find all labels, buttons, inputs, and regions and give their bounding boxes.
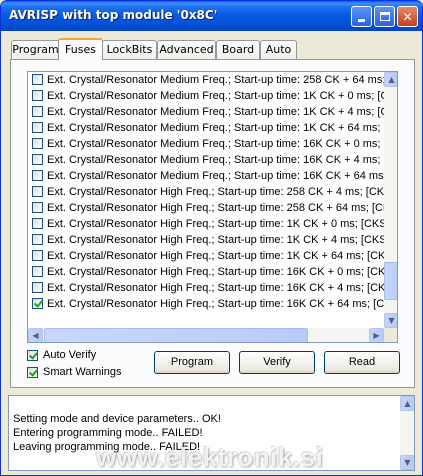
fuse-label: Ext. Crystal/Resonator High Freq.; Start… [47, 250, 384, 262]
fuse-checkbox[interactable] [32, 202, 43, 213]
fuse-checkbox[interactable] [32, 186, 43, 197]
fuse-label: Ext. Crystal/Resonator Medium Freq.; Sta… [47, 74, 384, 86]
horizontal-scroll-thumb[interactable] [44, 328, 308, 342]
fuse-row[interactable]: Ext. Crystal/Resonator Medium Freq.; Sta… [28, 168, 384, 184]
verify-button[interactable]: Verify [239, 351, 315, 374]
horizontal-scrollbar[interactable]: ◀ ▶ [28, 328, 384, 342]
arrow-down-icon: ▼ [388, 316, 395, 325]
fuse-label: Ext. Crystal/Resonator Medium Freq.; Sta… [47, 138, 384, 150]
fuse-checkbox[interactable] [32, 218, 43, 229]
scroll-up-button[interactable]: ▲ [384, 72, 397, 87]
arrow-down-icon: ▼ [404, 458, 411, 467]
fuse-label: Ext. Crystal/Resonator Medium Freq.; Sta… [47, 90, 384, 102]
fuse-checkbox[interactable] [32, 266, 43, 277]
fuse-row[interactable]: Ext. Crystal/Resonator High Freq.; Start… [28, 264, 384, 280]
fuse-row[interactable]: Ext. Crystal/Resonator High Freq.; Start… [28, 280, 384, 296]
fuse-row[interactable]: Ext. Crystal/Resonator High Freq.; Start… [28, 200, 384, 216]
fuse-label: Ext. Crystal/Resonator Medium Freq.; Sta… [47, 154, 384, 166]
fuse-row[interactable]: Ext. Crystal/Resonator Medium Freq.; Sta… [28, 152, 384, 168]
auto-verify-label: Auto Verify [43, 349, 97, 361]
smart-warnings-label: Smart Warnings [43, 366, 122, 378]
title-bar[interactable]: AVRISP with top module '0x8C' ✕ [1, 1, 422, 31]
fuse-label: Ext. Crystal/Resonator High Freq.; Start… [47, 298, 384, 310]
smart-warnings-checkbox[interactable] [27, 367, 38, 378]
fuse-label: Ext. Crystal/Resonator High Freq.; Start… [47, 202, 384, 214]
arrow-left-icon: ◀ [32, 331, 39, 340]
tab-lockbits[interactable]: LockBits [102, 40, 157, 59]
vertical-scrollbar[interactable]: ▲ ▼ [384, 72, 397, 328]
program-button[interactable]: Program [154, 351, 230, 374]
maximize-button[interactable] [374, 6, 395, 27]
fuse-checkbox[interactable] [32, 298, 43, 309]
fuse-row[interactable]: Ext. Crystal/Resonator Medium Freq.; Sta… [28, 104, 384, 120]
auto-verify-checkbox[interactable] [27, 350, 38, 361]
tab-auto[interactable]: Auto [260, 40, 297, 59]
fuse-checkbox[interactable] [32, 282, 43, 293]
minimize-button[interactable] [351, 6, 372, 27]
fuse-label: Ext. Crystal/Resonator High Freq.; Start… [47, 266, 384, 278]
log-line: Setting mode and device parameters.. OK! [13, 413, 221, 425]
fuse-label: Ext. Crystal/Resonator Medium Freq.; Sta… [47, 106, 384, 118]
arrow-up-icon: ▲ [388, 75, 395, 84]
avrisp-window: AVRISP with top module '0x8C' ✕ Program … [0, 0, 423, 476]
fuse-row[interactable]: Ext. Crystal/Resonator High Freq.; Start… [28, 184, 384, 200]
log-scroll-down-button[interactable]: ▼ [400, 455, 414, 470]
fuse-row[interactable]: Ext. Crystal/Resonator Medium Freq.; Sta… [28, 120, 384, 136]
fuse-row[interactable]: Ext. Crystal/Resonator High Freq.; Start… [28, 248, 384, 264]
fuse-checkbox[interactable] [32, 234, 43, 245]
log-scroll-up-button[interactable]: ▲ [400, 396, 414, 411]
tab-advanced[interactable]: Advanced [157, 40, 216, 59]
fuse-checkbox[interactable] [32, 138, 43, 149]
scroll-right-button[interactable]: ▶ [369, 328, 384, 342]
fuse-row[interactable]: Ext. Crystal/Resonator High Freq.; Start… [28, 296, 384, 312]
fuse-label: Ext. Crystal/Resonator High Freq.; Start… [47, 218, 384, 230]
fuse-list[interactable]: Ext. Crystal/Resonator Medium Freq.; Sta… [27, 71, 398, 343]
log-scrollbar[interactable]: ▲ ▼ [400, 396, 414, 470]
fuse-checkbox[interactable] [32, 154, 43, 165]
arrow-right-icon: ▶ [373, 331, 380, 340]
fuse-label: Ext. Crystal/Resonator High Freq.; Start… [47, 282, 384, 294]
maximize-icon [379, 12, 390, 21]
fuse-checkbox[interactable] [32, 74, 43, 85]
fuse-label: Ext. Crystal/Resonator Medium Freq.; Sta… [47, 170, 384, 182]
watermark: www.elektronik.si [96, 442, 324, 472]
fuse-row[interactable]: Ext. Crystal/Resonator Medium Freq.; Sta… [28, 88, 384, 104]
window-title: AVRISP with top module '0x8C' [9, 8, 218, 22]
close-button[interactable]: ✕ [397, 6, 418, 27]
log-line: Entering programming mode.. FAILED! [13, 427, 203, 439]
scroll-corner [384, 328, 397, 342]
fuse-checkbox[interactable] [32, 90, 43, 101]
tab-fuses[interactable]: Fuses [58, 38, 103, 60]
fuse-checkbox[interactable] [32, 106, 43, 117]
arrow-up-icon: ▲ [404, 399, 411, 408]
close-icon: ✕ [402, 9, 413, 24]
vertical-scroll-thumb[interactable] [384, 262, 397, 300]
fuse-row[interactable]: Ext. Crystal/Resonator Medium Freq.; Sta… [28, 136, 384, 152]
fuse-row[interactable]: Ext. Crystal/Resonator High Freq.; Start… [28, 216, 384, 232]
fuse-checkbox[interactable] [32, 250, 43, 261]
fuse-row[interactable]: Ext. Crystal/Resonator High Freq.; Start… [28, 232, 384, 248]
scroll-down-button[interactable]: ▼ [384, 313, 397, 328]
fuse-checkbox[interactable] [32, 122, 43, 133]
fuse-row[interactable]: Ext. Crystal/Resonator Medium Freq.; Sta… [28, 72, 384, 88]
fuse-checkbox[interactable] [32, 170, 43, 181]
minimize-icon [358, 19, 365, 22]
read-button[interactable]: Read [324, 351, 400, 374]
fuse-label: Ext. Crystal/Resonator High Freq.; Start… [47, 186, 384, 198]
fuse-label: Ext. Crystal/Resonator High Freq.; Start… [47, 234, 384, 246]
scroll-left-button[interactable]: ◀ [28, 328, 43, 342]
tab-program[interactable]: Program [11, 40, 60, 59]
tab-board[interactable]: Board [216, 40, 260, 59]
fuse-label: Ext. Crystal/Resonator Medium Freq.; Sta… [47, 122, 384, 134]
